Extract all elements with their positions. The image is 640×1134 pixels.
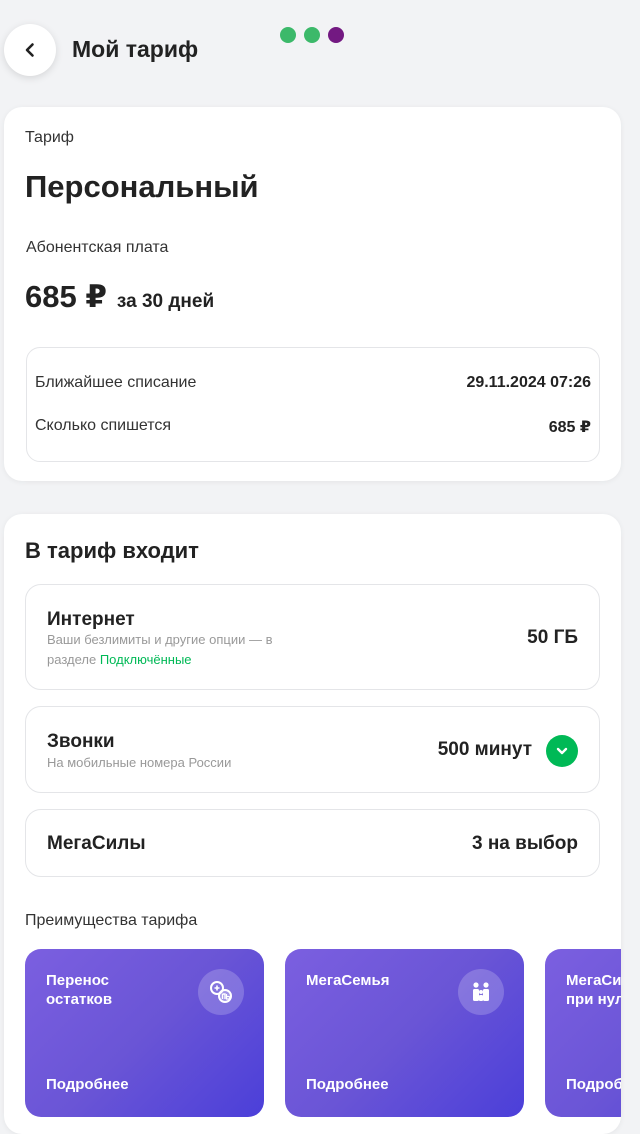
transfer-gb-icon	[198, 969, 244, 1015]
advantage-title: Перенос остатков	[46, 972, 113, 1008]
advantage-more-link[interactable]: Подробнее	[566, 1076, 621, 1093]
internet-item[interactable]: Интернет Ваши безлимиты и другие опции —…	[25, 584, 600, 690]
calls-item[interactable]: Звонки На мобильные номера России 500 ми…	[25, 706, 600, 793]
included-card: В тариф входит Интернет Ваши безлимиты и…	[4, 514, 621, 1134]
advantage-title: МегаСемья	[306, 972, 390, 989]
page-indicator	[280, 27, 344, 43]
family-icon	[458, 969, 504, 1015]
advantage-more-link[interactable]: Подробнее	[46, 1076, 129, 1093]
expand-button[interactable]	[546, 735, 578, 767]
chevron-left-icon	[25, 43, 34, 57]
calls-sub: На мобильные номера России	[47, 755, 232, 770]
megasily-title: МегаСилы	[47, 833, 146, 854]
chevron-down-icon	[556, 747, 568, 755]
page-title: Мой тариф	[72, 36, 199, 62]
internet-value: 50 ГБ	[527, 627, 578, 648]
calls-value: 500 минут	[437, 739, 532, 760]
advantage-more-link[interactable]: Подробнее	[306, 1076, 389, 1093]
amount-label: Сколько спишется	[35, 417, 172, 434]
connected-link[interactable]: Подключённые	[100, 652, 192, 667]
tariff-label: Тариф	[25, 129, 74, 146]
included-content: В тариф входит Интернет Ваши безлимиты и…	[4, 514, 621, 1134]
advantage-card-megasily[interactable]: МегаСилы «Связь при нуле» Подробнее	[545, 949, 621, 1117]
price: 685 ₽ за 30 дней	[25, 279, 214, 315]
page-dot	[304, 27, 320, 43]
back-button[interactable]	[4, 24, 56, 76]
included-title: В тариф входит	[25, 538, 199, 563]
internet-title: Интернет	[47, 609, 135, 630]
fee-label: Абонентская плата	[26, 239, 169, 256]
tariff-card: Тариф Персональный Абонентская плата 685…	[4, 107, 621, 481]
charge-info-box: Ближайшее списание 29.11.2024 07:26 Скол…	[26, 347, 600, 462]
megasily-value: 3 на выбор	[471, 833, 578, 854]
tariff-name: Персональный	[25, 169, 259, 204]
price-period: за 30 дней	[116, 291, 215, 312]
header: Мой тариф	[0, 0, 640, 100]
price-value: 685 ₽	[25, 279, 107, 314]
advantage-title: МегаСилы «Связь при нуле»	[566, 972, 621, 1008]
advantages-label: Преимущества тарифа	[25, 912, 198, 929]
next-charge-value: 29.11.2024 07:26	[466, 374, 591, 391]
megasily-item[interactable]: МегаСилы 3 на выбор	[25, 809, 600, 877]
amount-value: 685 ₽	[548, 419, 591, 436]
advantage-card-transfer[interactable]: Перенос остатков Подробнее	[25, 949, 264, 1117]
advantage-card-family[interactable]: МегаСемья Подробнее	[285, 949, 524, 1117]
internet-sub: Ваши безлимиты и другие опции — в раздел…	[47, 630, 307, 670]
next-charge-label: Ближайшее списание	[35, 374, 197, 391]
page-dot	[280, 27, 296, 43]
page-dot	[328, 27, 344, 43]
calls-title: Звонки	[47, 731, 115, 752]
